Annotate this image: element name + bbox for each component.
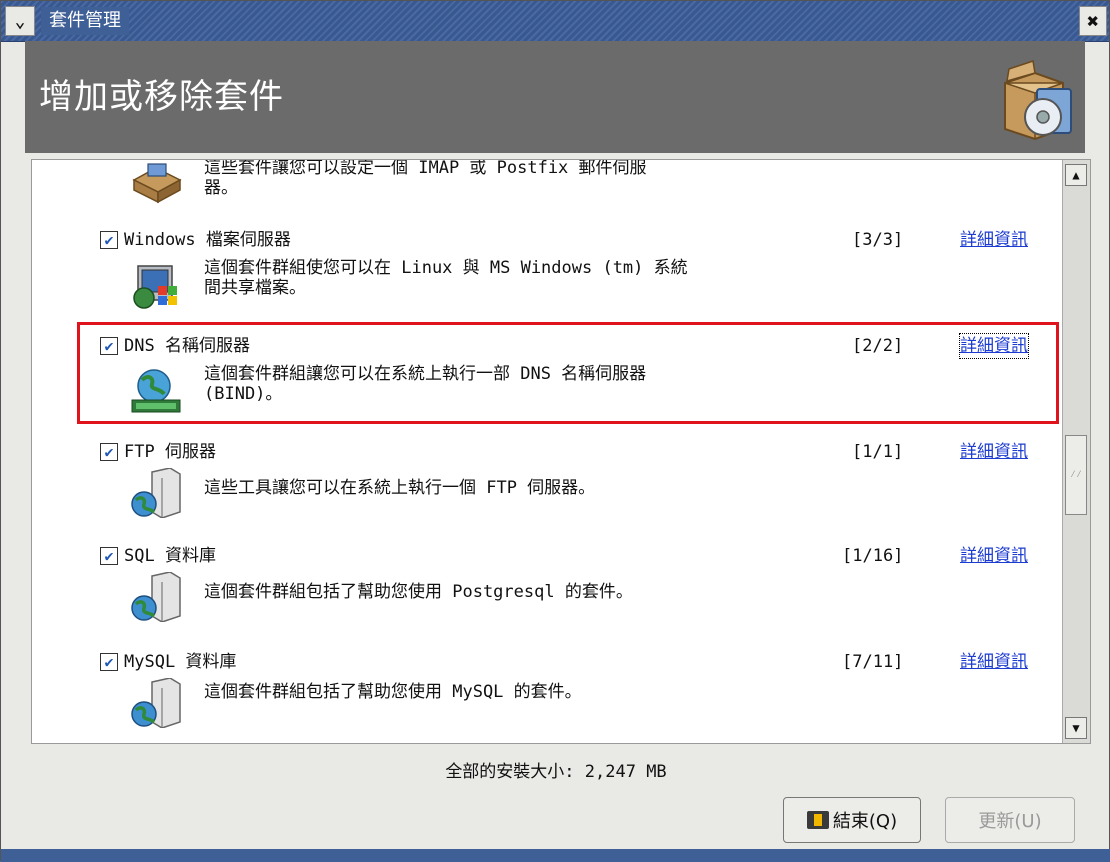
package-count: [7/11] (842, 652, 904, 672)
package-name: DNS 名稱伺服器 (124, 336, 250, 356)
package-checkbox[interactable]: ✔ (100, 653, 118, 671)
package-description: 這個套件群組使您可以在 Linux 與 MS Windows (tm) 系統 間… (204, 258, 688, 298)
server-icon (131, 468, 181, 518)
scroll-thumb[interactable]: ⁄⁄ (1065, 435, 1087, 515)
package-checkbox[interactable]: ✔ (100, 231, 118, 249)
arrow-up-icon: ▲ (1072, 168, 1080, 182)
package-header: ✔ Windows 檔案伺服器 (100, 228, 291, 252)
package-name: FTP 伺服器 (124, 442, 216, 462)
package-list[interactable]: 這些套件讓您可以設定一個 IMAP 或 Postfix 郵件伺服 器。 ✔ Wi… (31, 159, 1091, 744)
window-title: 套件管理 (41, 7, 129, 35)
package-count: [1/1] (852, 442, 904, 462)
details-link[interactable]: 詳細資訊 (960, 228, 1028, 252)
list-item: 這些套件讓您可以設定一個 IMAP 或 Postfix 郵件伺服 器。 (32, 159, 1060, 204)
header-banner: 增加或移除套件 (25, 41, 1085, 153)
vertical-scrollbar[interactable]: ▲ ⁄⁄ ▼ (1062, 160, 1090, 743)
package-description: 這些工具讓您可以在系統上執行一個 FTP 伺服器。 (204, 478, 596, 498)
package-header: ✔ MySQL 資料庫 (100, 650, 236, 674)
exit-icon (806, 811, 829, 829)
list-item: ✔ Windows 檔案伺服器 [3/3] 詳細資訊 這個套件群組使您可以在 L… (32, 228, 1060, 318)
globe-server-icon (131, 369, 181, 413)
update-button-label: 更新(U) (978, 811, 1042, 832)
package-name: Windows 檔案伺服器 (124, 230, 291, 250)
package-checkbox[interactable]: ✔ (100, 337, 118, 355)
close-icon: ✖ (1086, 9, 1100, 33)
package-count: [2/2] (852, 336, 904, 356)
server-icon (131, 572, 181, 622)
list-item: ✔ DNS 名稱伺服器 [2/2] 詳細資訊 這個套件群組讓您可以在系統上執行一… (32, 333, 1060, 424)
package-checkbox[interactable]: ✔ (100, 547, 118, 565)
quit-button-label: 結束(Q) (832, 811, 898, 832)
chevron-down-icon: ⌄ (14, 10, 26, 32)
titlebar: ⌄ 套件管理 ✖ (1, 1, 1109, 42)
mail-server-icon (132, 163, 182, 204)
package-count: [3/3] (852, 230, 904, 250)
update-button[interactable]: 更新(U) (945, 797, 1075, 843)
package-count: [1/16] (842, 546, 904, 566)
scroll-up-button[interactable]: ▲ (1065, 164, 1087, 186)
details-link[interactable]: 詳細資訊 (960, 544, 1028, 568)
package-header: ✔ DNS 名稱伺服器 (100, 334, 250, 358)
window-menu-button[interactable]: ⌄ (5, 6, 35, 36)
package-description: 這個套件群組包括了幫助您使用 Postgresql 的套件。 (204, 582, 633, 602)
package-header: ✔ SQL 資料庫 (100, 544, 216, 568)
page-title: 增加或移除套件 (39, 77, 284, 117)
details-link[interactable]: 詳細資訊 (960, 650, 1028, 674)
taskbar-strip (1, 849, 1110, 862)
close-button[interactable]: ✖ (1079, 6, 1107, 36)
details-link[interactable]: 詳細資訊 (960, 440, 1028, 464)
details-link[interactable]: 詳細資訊 (959, 333, 1029, 359)
server-icon (131, 678, 181, 728)
package-manager-window: ⌄ 套件管理 ✖ 增加或移除套件 這些套件讓您可以設定一個 IMAP 或 Pos… (0, 0, 1110, 862)
list-item: ✔ FTP 伺服器 [1/1] 詳細資訊 這些工具讓您可以在系統上執行一個 FT… (32, 440, 1060, 530)
package-header: ✔ FTP 伺服器 (100, 440, 216, 464)
list-item: ✔ MySQL 資料庫 [7/11] 詳細資訊 這個套件群組包括了幫助您使用 M… (32, 650, 1060, 740)
package-box-icon (1004, 60, 1072, 141)
arrow-down-icon: ▼ (1072, 721, 1080, 735)
package-description: 這個套件群組讓您可以在系統上執行一部 DNS 名稱伺服器 (BIND)。 (204, 364, 647, 404)
package-name: SQL 資料庫 (124, 546, 216, 566)
windows-server-icon (133, 265, 177, 309)
list-item: ✔ SQL 資料庫 [1/16] 詳細資訊 這個套件群組包括了幫助您使用 Pos… (32, 544, 1060, 634)
total-install-size: 全部的安裝大小: 2,247 MB (445, 762, 667, 782)
scroll-down-button[interactable]: ▼ (1065, 717, 1087, 739)
package-description: 這些套件讓您可以設定一個 IMAP 或 Postfix 郵件伺服 器。 (204, 159, 647, 198)
package-checkbox[interactable]: ✔ (100, 443, 118, 461)
package-description: 這個套件群組包括了幫助您使用 MySQL 的套件。 (204, 682, 582, 702)
package-name: MySQL 資料庫 (124, 652, 237, 672)
quit-button[interactable]: 結束(Q) (783, 797, 921, 843)
